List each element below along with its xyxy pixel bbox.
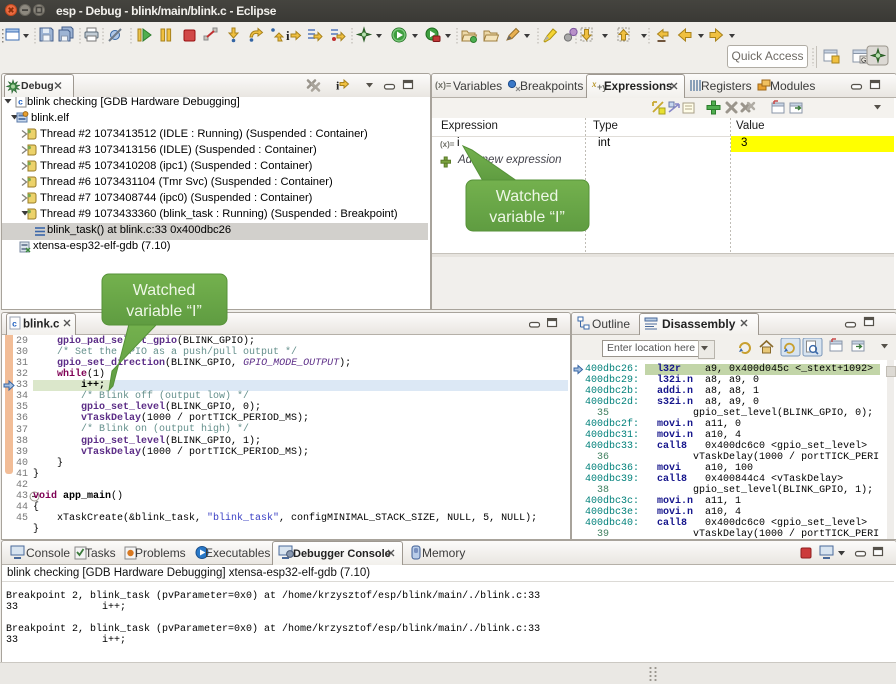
- svg-text:blink.c: blink.c: [23, 319, 60, 331]
- svg-text:Outline: Outline: [592, 317, 630, 331]
- svg-text:Disassembly: Disassembly: [662, 317, 736, 331]
- svg-text:Debugger Console: Debugger Console: [293, 548, 391, 560]
- svg-text:Registers: Registers: [701, 79, 752, 93]
- svg-text:i: i: [336, 79, 340, 93]
- svg-text:Debug: Debug: [21, 80, 54, 92]
- svg-text:Console: Console: [26, 546, 70, 560]
- svg-text:G: G: [861, 58, 866, 65]
- svg-text:i: i: [286, 28, 290, 43]
- svg-text:Memory: Memory: [422, 546, 465, 560]
- svg-text:Executables: Executables: [205, 546, 270, 560]
- svg-text:(x)=: (x)=: [435, 80, 451, 90]
- svg-text:Modules: Modules: [770, 79, 815, 93]
- svg-text:Problems: Problems: [135, 546, 186, 560]
- svg-text:Breakpoints: Breakpoints: [520, 79, 583, 93]
- svg-text:c: c: [18, 98, 23, 108]
- svg-text:Tasks: Tasks: [85, 546, 116, 560]
- svg-text:c: c: [12, 320, 17, 330]
- svg-text:(x)=: (x)=: [440, 140, 455, 149]
- svg-text:Expressions: Expressions: [604, 81, 672, 93]
- svg-text:Variables: Variables: [453, 79, 502, 93]
